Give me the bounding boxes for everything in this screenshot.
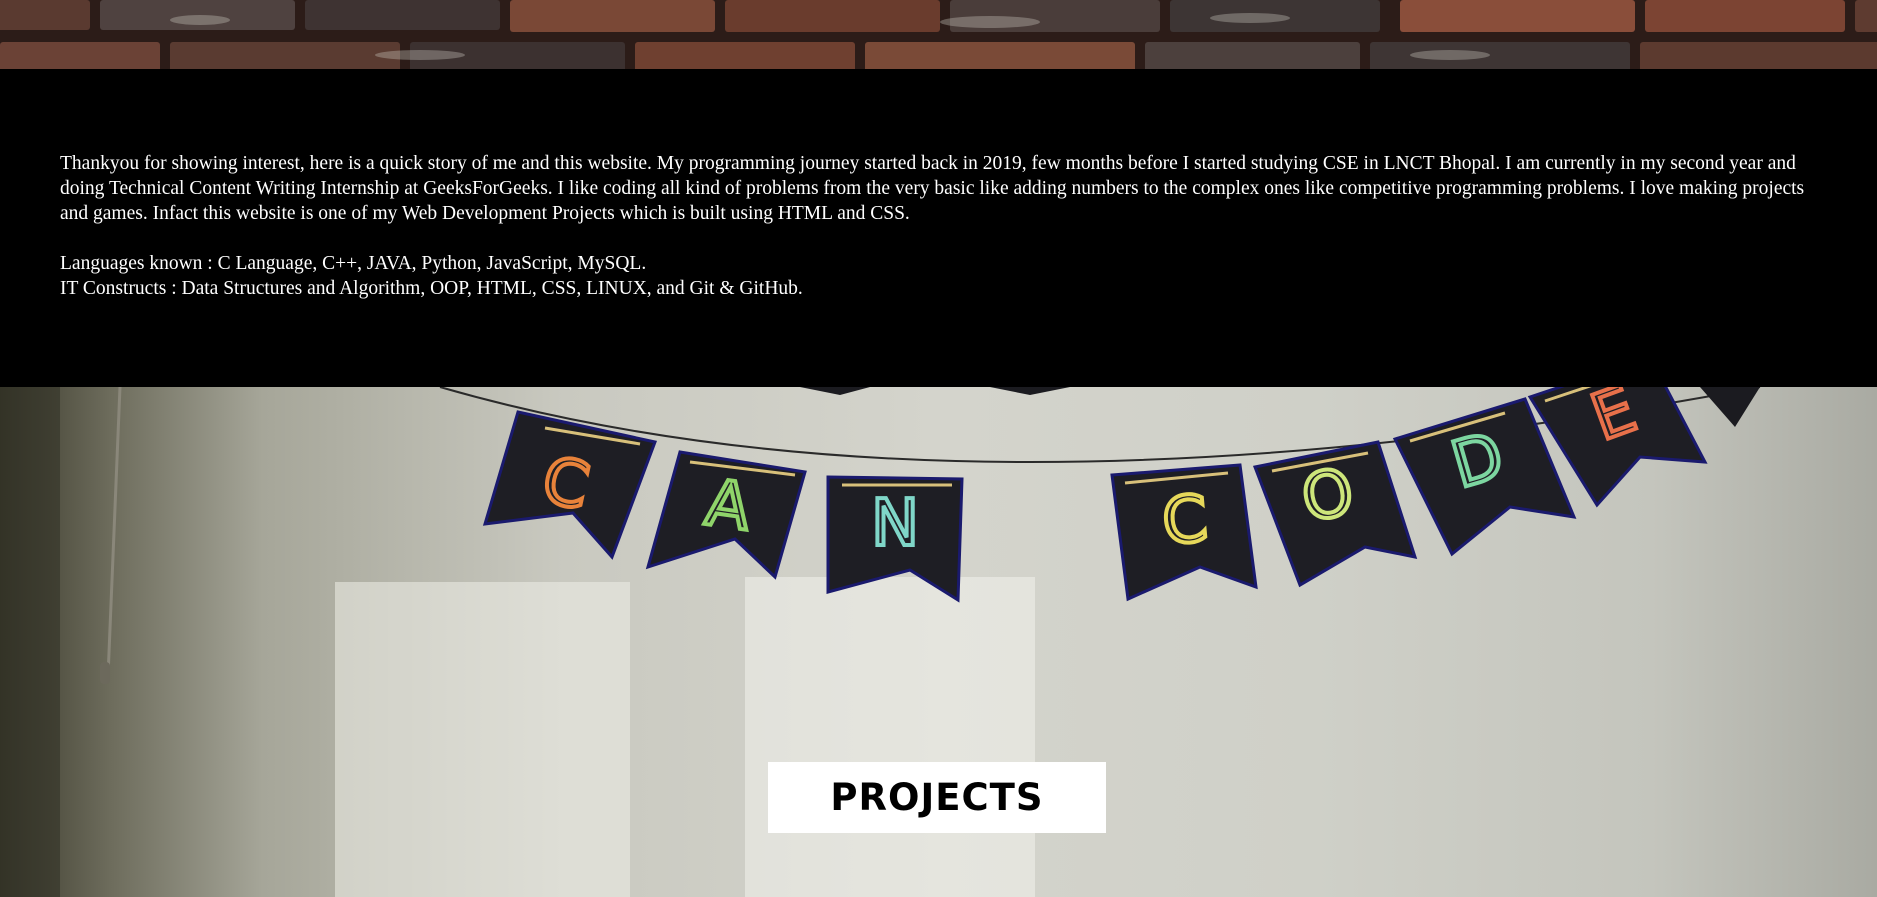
languages-known: Languages known : C Language, C++, JAVA,…	[60, 253, 647, 274]
banner-letter-c2: C	[1159, 482, 1210, 560]
it-constructs: IT Constructs : Data Structures and Algo…	[60, 278, 803, 299]
page: Thankyou for showing interest, here is a…	[0, 0, 1877, 897]
about-section: Thankyou for showing interest, here is a…	[0, 69, 1877, 387]
about-paragraph: Thankyou for showing interest, here is a…	[60, 153, 1805, 224]
projects-button-label: PROJECTS	[830, 776, 1044, 819]
banner-letter-n: N	[871, 487, 919, 561]
brick-wall-image	[0, 0, 1877, 69]
projects-button[interactable]: PROJECTS	[768, 762, 1106, 833]
